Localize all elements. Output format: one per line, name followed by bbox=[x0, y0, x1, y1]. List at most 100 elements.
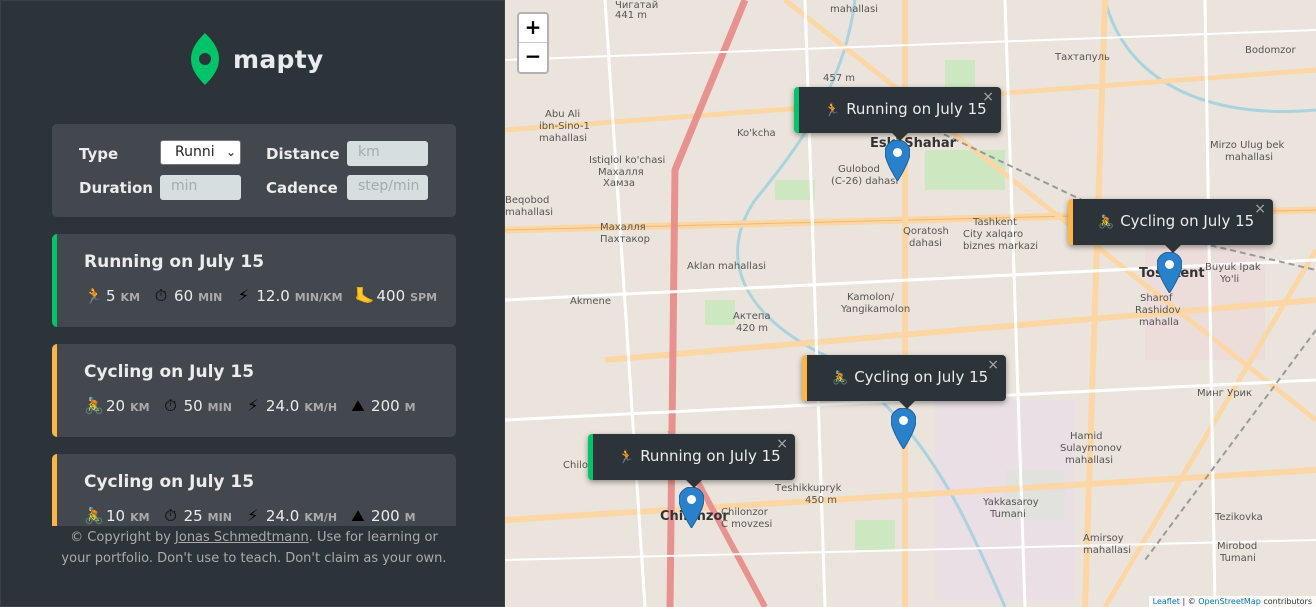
workout-list: Running on July 15 🏃 5 km ⏱ 60 min ⚡ 12.0 min/… bbox=[52, 234, 456, 526]
cadence-input[interactable]: step/min bbox=[347, 175, 428, 200]
workout-pace: ⚡ 12.0 min/km bbox=[234, 286, 343, 305]
map-label: Sharof bbox=[1140, 293, 1173, 304]
map-label: biznes markazi bbox=[963, 241, 1039, 252]
copyright: © Copyright by Jonas Schmedtmann. Use fo… bbox=[57, 527, 451, 569]
cadence-label: Cadence bbox=[266, 179, 338, 197]
popup-label: Running on July 15 bbox=[846, 100, 987, 118]
map-label: 450 m bbox=[805, 495, 838, 506]
close-icon[interactable]: × bbox=[982, 89, 994, 105]
distance-input[interactable]: km bbox=[347, 141, 428, 166]
map-label: mahallasi bbox=[830, 4, 879, 15]
map-label: mahallasi bbox=[539, 133, 588, 144]
workout-item[interactable]: Running on July 15 🏃 5 km ⏱ 60 min ⚡ 12.0 min/… bbox=[52, 234, 456, 327]
map-marker-icon[interactable] bbox=[679, 487, 704, 528]
map-label: Пахтакор bbox=[600, 234, 651, 245]
map-label: Mirobod bbox=[1217, 541, 1258, 552]
map-popup[interactable]: 🏃 Running on July 15 × bbox=[588, 434, 795, 488]
runner-icon: 🏃 bbox=[618, 450, 635, 465]
detail-unit: spm bbox=[410, 291, 438, 304]
duration-label: Duration bbox=[79, 179, 153, 197]
popup-tip bbox=[686, 480, 702, 488]
map[interactable]: Чигатай 441 m mahallasi 457 m Eski Shaha… bbox=[505, 0, 1316, 607]
map-label: Актепа bbox=[733, 311, 771, 322]
logo-text: mapty bbox=[233, 44, 324, 74]
map-label: mahalla bbox=[1139, 317, 1180, 328]
zoom-in-button[interactable]: + bbox=[519, 14, 547, 43]
map-popup[interactable]: 🚴 Cycling on July 15 × bbox=[1068, 199, 1273, 253]
map-label: Chilonzor bbox=[721, 507, 768, 518]
map-label: Buyuk Ipak bbox=[1205, 262, 1261, 273]
map-label: Yakkasaroy bbox=[983, 497, 1039, 508]
map-label: mahallasi bbox=[1083, 545, 1132, 556]
detail-unit: min bbox=[207, 511, 232, 524]
workout-distance: 🚴 20 km bbox=[84, 396, 150, 415]
workout-duration: ⏱ 25 min bbox=[162, 506, 232, 526]
workout-elevation: ⛰ 200 m bbox=[349, 396, 415, 416]
map-marker-icon[interactable] bbox=[1157, 252, 1182, 293]
workout-distance: 🚴 10 km bbox=[84, 506, 150, 525]
cyclist-icon: 🚴 bbox=[1098, 215, 1115, 230]
duration-input[interactable]: min bbox=[160, 175, 241, 200]
workout-details: 🏃 5 km ⏱ 60 min ⚡ 12.0 min/km 🦶 400 spm bbox=[84, 286, 456, 306]
type-select-value: Runni bbox=[175, 144, 215, 160]
zoom-out-button[interactable]: − bbox=[519, 43, 547, 72]
workout-details: 🚴 10 km ⏱ 25 min ⚡ 24.0 km/h ⛰ 200 m bbox=[84, 506, 456, 526]
map-label: Минг Урик bbox=[1197, 388, 1253, 399]
workout-item[interactable]: Cycling on July 15 🚴 10 km ⏱ 25 min ⚡ 24.0 km/… bbox=[52, 454, 456, 526]
logo: mapty bbox=[191, 33, 324, 85]
close-icon[interactable]: × bbox=[987, 357, 999, 373]
map-label: 441 m bbox=[615, 10, 648, 21]
popup-tip bbox=[1165, 245, 1181, 253]
workout-title: Cycling on July 15 bbox=[84, 362, 255, 382]
map-label: Beqobod bbox=[505, 195, 550, 206]
map-popup[interactable]: 🚴 Cycling on July 15 × bbox=[802, 355, 1006, 409]
detail-value: 24.0 bbox=[265, 507, 300, 525]
detail-unit: km bbox=[130, 401, 150, 414]
author-link[interactable]: Jonas Schmedtmann bbox=[175, 530, 309, 545]
map-label: Qoratosh bbox=[903, 226, 949, 237]
detail-unit: km/h bbox=[304, 511, 338, 524]
map-pin-logo-icon bbox=[191, 33, 219, 85]
workout-item[interactable]: Cycling on July 15 🚴 20 km ⏱ 50 min ⚡ 24.0 km/… bbox=[52, 344, 456, 437]
map-label: Tumani bbox=[1220, 553, 1256, 564]
map-label: Rashidov bbox=[1135, 305, 1181, 316]
lightning-icon: ⚡ bbox=[237, 286, 249, 305]
close-icon[interactable]: × bbox=[1254, 201, 1266, 217]
popup-label: Cycling on July 15 bbox=[1120, 212, 1255, 230]
leaflet-link[interactable]: Leaflet bbox=[1153, 597, 1180, 606]
workout-title: Running on July 15 bbox=[84, 252, 265, 272]
map-label: dahasi bbox=[909, 238, 942, 249]
zoom-control: + − bbox=[517, 12, 549, 74]
detail-value: 50 bbox=[183, 397, 203, 415]
map-label: Тахтапуль bbox=[1055, 52, 1110, 63]
osm-link[interactable]: OpenStreetMap bbox=[1198, 597, 1261, 606]
chevron-down-icon: ⌄ bbox=[225, 145, 236, 159]
detail-value: 400 bbox=[376, 287, 406, 305]
map-popup[interactable]: 🏃 Running on July 15 × bbox=[794, 87, 1001, 141]
foot-icon: 🦶 bbox=[354, 286, 375, 305]
map-marker-icon[interactable] bbox=[891, 408, 916, 449]
cyclist-icon: 🚴 bbox=[84, 396, 104, 415]
map-label: Hamid bbox=[1070, 431, 1103, 442]
runner-icon: 🏃 bbox=[824, 103, 841, 118]
cyclist-icon: 🚴 bbox=[84, 506, 104, 525]
map-label: Abu Ali bbox=[545, 109, 581, 120]
type-select[interactable]: Runni ⌄ bbox=[160, 140, 241, 165]
map-label: City xalqaro bbox=[963, 229, 1024, 240]
lightning-icon: ⚡ bbox=[247, 396, 259, 415]
map-label: Gulobod bbox=[838, 164, 880, 175]
map-label: Махалля bbox=[598, 167, 644, 178]
close-icon[interactable]: × bbox=[776, 436, 788, 452]
map-label: Istiqlol ko'chasi bbox=[589, 155, 666, 166]
map-label: Tumani bbox=[990, 509, 1026, 520]
detail-unit: min bbox=[207, 401, 232, 414]
stopwatch-icon: ⏱ bbox=[164, 396, 177, 415]
map-marker-icon[interactable] bbox=[885, 140, 910, 181]
workout-distance: 🏃 5 km bbox=[84, 286, 140, 305]
map-label: Ko'kcha bbox=[737, 128, 776, 139]
map-label: Bodomzor bbox=[1245, 45, 1296, 56]
attribution-sep: | © bbox=[1179, 597, 1199, 606]
map-attribution: Leaflet | © OpenStreetMap contributors bbox=[1148, 596, 1316, 607]
type-label: Type bbox=[79, 145, 119, 163]
workout-form: Type Runni ⌄ Distance km Duration min Ca… bbox=[52, 124, 456, 217]
